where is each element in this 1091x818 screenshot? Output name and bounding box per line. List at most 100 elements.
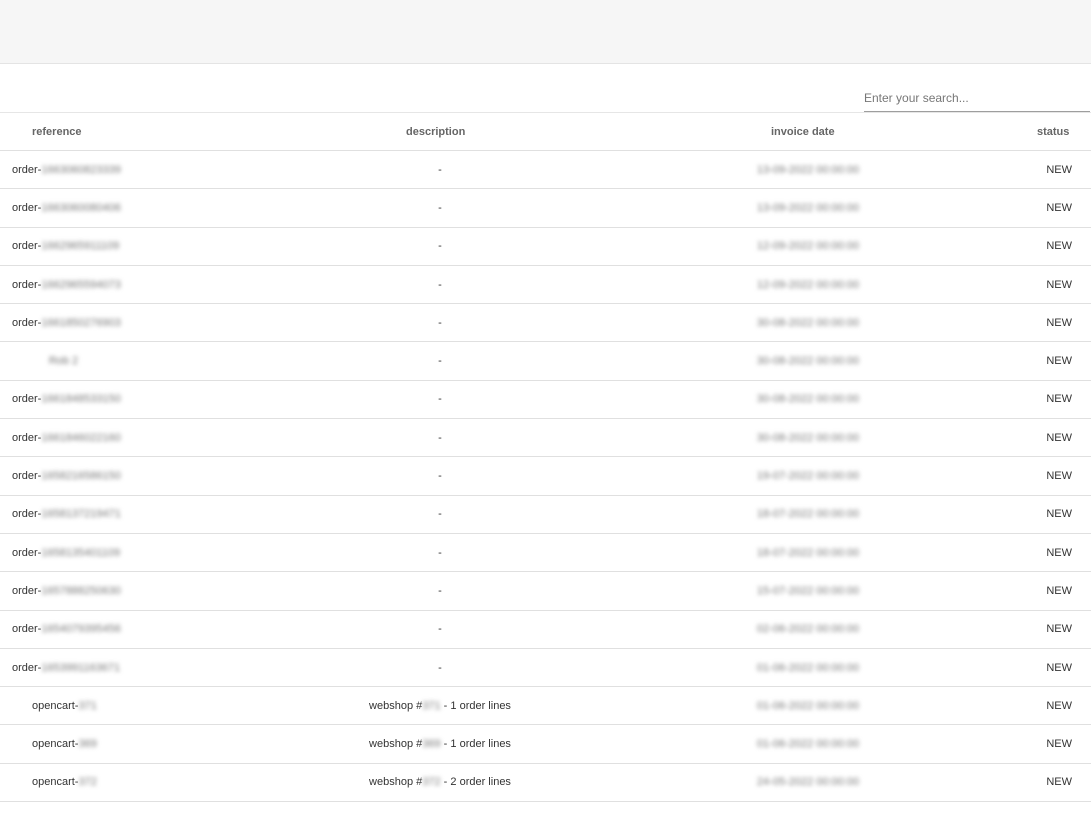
reference-redacted: 1658216586150 [41,470,121,483]
table-row[interactable]: order- 1662965911109 - 12-09-2022 00:00:00 N… [0,228,1091,266]
cell-reference: order- 1661848533150 [12,381,121,418]
cell-description: - [438,431,442,444]
reference-redacted: 1658135401109 [41,546,121,559]
table-row[interactable]: order- 1661850276903 - 30-08-2022 00:00:00 N… [0,304,1091,343]
cell-reference: opencart- 369 [32,725,140,762]
invoice-date-redacted: 30-08-2022 00:00:00 [756,393,860,406]
cell-description: - [438,661,442,674]
reference-prefix: order- [12,431,42,444]
cell-invoice-date: 01-06-2022 00:00:00 [740,649,876,686]
description-suffix: - 2 order lines [440,776,511,789]
column-header-status[interactable]: status [1037,113,1069,150]
table-row[interactable]: order- 1654079395456 - 02-06-2022 00:00:00 N… [0,611,1091,649]
cell-invoice-date: 12-09-2022 00:00:00 [740,266,876,303]
invoice-date-redacted: 18-07-2022 00:00:00 [756,546,860,559]
status-text: NEW [1046,163,1072,176]
table-row[interactable]: order- 1661848533150 - 30-08-2022 00:00:00 N… [0,381,1091,420]
reference-redacted: 1661848533150 [41,393,121,406]
table-row[interactable]: opencart- 369 webshop #369 - 1 order lines… [0,725,1091,764]
table-row[interactable]: opencart- 372 webshop #372 - 2 order lines… [0,764,1091,803]
orders-table: reference description invoice date statu… [0,112,1091,803]
invoice-date-redacted: 30-08-2022 00:00:00 [756,355,860,368]
cell-description: - [438,201,442,214]
table-row[interactable]: order- 1662965594073 - 12-09-2022 00:00:00 N… [0,266,1091,305]
reference-prefix: order- [12,278,42,291]
table-row[interactable]: order- 1658216586150 - 19-07-2022 00:00:00 N… [0,457,1091,496]
column-header-invoice-date[interactable]: invoice date [771,113,835,150]
reference-redacted: 1663060823339 [41,163,121,176]
reference-prefix: opencart- [32,776,79,789]
cell-reference: opencart- 372 [32,764,140,801]
cell-invoice-date: 19-07-2022 00:00:00 [740,457,876,494]
invoice-date-redacted: 24-05-2022 00:00:00 [756,776,860,789]
description-redacted: 372 [422,776,441,789]
cell-invoice-date: 24-05-2022 00:00:00 [740,764,876,801]
cell-invoice-date: 12-09-2022 00:00:00 [740,228,876,265]
cell-invoice-date: 18-07-2022 00:00:00 [740,496,876,533]
status-text: NEW [1046,201,1072,214]
column-header-description[interactable]: description [406,113,465,150]
cell-invoice-date: 13-09-2022 00:00:00 [740,151,876,188]
table-row[interactable]: Rob 2 - 30-08-2022 00:00:00 NEW [0,342,1091,381]
reference-prefix: order- [12,240,42,253]
cell-invoice-date: 30-08-2022 00:00:00 [740,342,876,379]
cell-reference: order- 1657888250630 [12,572,121,609]
invoice-date-redacted: 01-06-2022 00:00:00 [756,661,860,674]
description-prefix: webshop # [369,738,423,751]
cell-description: - [438,584,442,597]
cell-reference: order- 1653991163671 [12,649,120,686]
status-text: NEW [1046,470,1072,483]
cell-invoice-date: 18-07-2022 00:00:00 [740,534,876,571]
reference-redacted: 1658137219471 [41,508,121,521]
invoice-date-redacted: 18-07-2022 00:00:00 [756,508,860,521]
invoice-date-redacted: 15-07-2022 00:00:00 [756,584,860,597]
reference-redacted: 1662965594073 [41,278,121,291]
table-row[interactable]: order- 1658135401109 - 18-07-2022 00:00:00 N… [0,534,1091,573]
invoice-date-redacted: 12-09-2022 00:00:00 [756,240,860,253]
column-header-reference[interactable]: reference [32,113,82,150]
cell-invoice-date: 13-09-2022 00:00:00 [740,189,876,226]
cell-description: - [438,470,442,483]
reference-redacted: 1663060080406 [41,201,121,214]
invoice-date-redacted: 13-09-2022 00:00:00 [756,163,860,176]
reference-prefix: order- [12,623,42,636]
reference-redacted: 1653991163671 [41,661,121,674]
reference-redacted: Rob 2 [48,355,79,368]
reference-prefix: order- [12,316,42,329]
reference-redacted: 1657888250630 [41,584,121,597]
search-input[interactable] [864,86,1090,110]
reference-prefix: order- [12,470,42,483]
cell-reference: order- 1662965911109 [12,228,120,265]
cell-invoice-date: 01-06-2022 00:00:00 [740,687,876,724]
reference-prefix: order- [12,584,42,597]
reference-redacted: 1661846022160 [41,431,121,444]
cell-invoice-date: 02-06-2022 00:00:00 [740,611,876,648]
table-row[interactable]: order- 1663060823339 - 13-09-2022 00:00:00 N… [0,151,1091,190]
invoice-date-redacted: 30-08-2022 00:00:00 [756,316,860,329]
description-prefix: webshop # [369,776,423,789]
cell-reference: order- 1658137219471 [12,496,121,533]
cell-invoice-date: 30-08-2022 00:00:00 [740,419,876,456]
status-text: NEW [1046,584,1072,597]
cell-description: webshop #372 - 2 order lines [300,764,580,801]
invoice-date-redacted: 01-06-2022 00:00:00 [756,738,860,751]
reference-redacted: 372 [78,776,97,789]
table-row[interactable]: order- 1653991163671 - 01-06-2022 00:00:00 N… [0,649,1091,688]
cell-description: - [438,278,442,291]
description-prefix: webshop # [369,699,423,712]
table-body: order- 1663060823339 - 13-09-2022 00:00:00 N… [0,151,1091,803]
cell-reference: order- 1658135401109 [12,534,120,571]
search-box[interactable] [864,86,1090,112]
cell-reference: order- 1663060080406 [12,189,121,226]
table-row[interactable]: opencart- 371 webshop #371 - 1 order lines… [0,687,1091,726]
table-header-row: reference description invoice date statu… [0,113,1091,151]
cell-invoice-date: 30-08-2022 00:00:00 [740,304,876,341]
table-row[interactable]: order- 1657888250630 - 15-07-2022 00:00:00 N… [0,572,1091,611]
reference-prefix: order- [12,661,42,674]
table-row[interactable]: order- 1663060080406 - 13-09-2022 00:00:00 N… [0,189,1091,228]
table-row[interactable]: order- 1661846022160 - 30-08-2022 00:00:00 N… [0,419,1091,458]
table-row[interactable]: order- 1658137219471 - 18-07-2022 00:00:00 N… [0,496,1091,534]
cell-reference: order- 1654079395456 [12,611,121,648]
cell-reference: order- 1661850276903 [12,304,121,341]
status-text: NEW [1046,355,1072,368]
